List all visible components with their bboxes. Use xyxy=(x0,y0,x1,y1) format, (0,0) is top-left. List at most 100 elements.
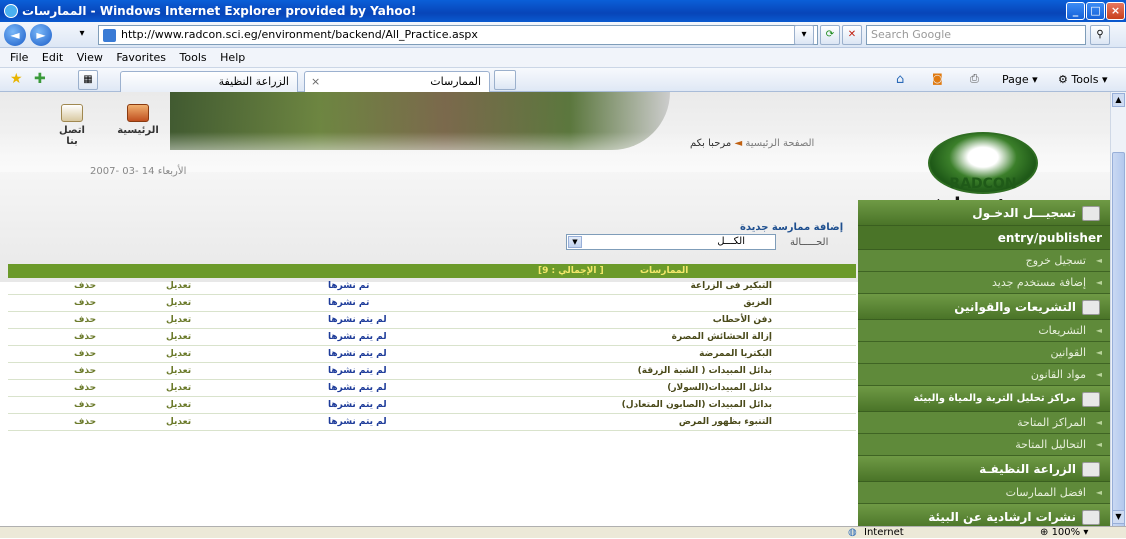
page-content: اتصل بنا الرئيسية الصفحة الرئيسية ◄ مرحب… xyxy=(0,92,1110,526)
search-input[interactable]: Search Google xyxy=(866,25,1086,45)
menu-help[interactable]: Help xyxy=(220,48,245,68)
delete-link[interactable]: حذف xyxy=(74,278,96,295)
delete-link[interactable]: حذف xyxy=(74,312,96,329)
url-text: http://www.radcon.sci.eg/environment/bac… xyxy=(121,28,478,41)
minimize-button[interactable]: _ xyxy=(1066,2,1085,20)
practices-table: [الإجمالي : 9 ] الممارسات التبكير فى الز… xyxy=(8,264,856,431)
url-dropdown-icon[interactable]: ▾ xyxy=(794,25,814,45)
url-field[interactable]: http://www.radcon.sci.eg/environment/bac… xyxy=(98,25,818,45)
practice-title: التبكير فى الزراعة xyxy=(690,281,772,291)
delete-link[interactable]: حذف xyxy=(74,363,96,380)
edit-link[interactable]: تعديل xyxy=(166,397,191,414)
sidebar-laws-head[interactable]: التشريعات والقوانين xyxy=(858,294,1110,320)
table-row: البكتريا الممرضة لم يتم نشرها تعديل حذف xyxy=(8,346,856,363)
table-row: بدائل المبيدات ( الشبة الزرقة) لم يتم نشر… xyxy=(8,363,856,380)
sidebar-bulletins-head[interactable]: نشرات ارشادية عن البيئة xyxy=(858,504,1110,526)
publish-status-link[interactable]: لم يتم نشرها xyxy=(328,329,387,346)
edit-link[interactable]: تعديل xyxy=(166,295,191,312)
feeds-icon[interactable]: ◙ xyxy=(932,72,943,85)
edit-link[interactable]: تعديل xyxy=(166,329,191,346)
menu-file[interactable]: File xyxy=(10,48,28,68)
sidebar-item-centers[interactable]: المراكز المتاحة xyxy=(858,412,1110,434)
page-icon xyxy=(103,29,116,42)
search-placeholder: Search Google xyxy=(871,28,952,41)
edit-link[interactable]: تعديل xyxy=(166,380,191,397)
vertical-scrollbar[interactable]: ▲ ▼ xyxy=(1110,92,1126,532)
add-practice-link[interactable]: إضافة ممارسة جديدة xyxy=(740,222,843,233)
publish-status-link[interactable]: لم يتم نشرها xyxy=(328,397,387,414)
header-title: الممارسات xyxy=(640,266,689,276)
chevron-down-icon[interactable]: ▼ xyxy=(568,236,582,248)
sidebar-item-best-practices[interactable]: افضل الممارسات xyxy=(858,482,1110,504)
tools-menu[interactable]: ⚙ Tools ▾ xyxy=(1058,73,1108,86)
menu-favorites[interactable]: Favorites xyxy=(116,48,166,68)
quick-tabs-icon[interactable]: ▦ xyxy=(78,70,98,90)
scroll-up-icon[interactable]: ▲ xyxy=(1112,93,1125,107)
contact-label: اتصل بنا xyxy=(59,125,85,147)
sidebar-item-add-user[interactable]: إضافة مستخدم جديد xyxy=(858,272,1110,294)
forward-button[interactable]: ► xyxy=(30,24,52,46)
edit-link[interactable]: تعديل xyxy=(166,278,191,295)
publish-status-link[interactable]: لم يتم نشرها xyxy=(328,363,387,380)
delete-link[interactable]: حذف xyxy=(74,329,96,346)
favorites-star-icon[interactable]: ★ xyxy=(10,71,23,87)
delete-link[interactable]: حذف xyxy=(74,414,96,431)
house-icon xyxy=(127,104,149,122)
publish-status-link[interactable]: تم نشرها xyxy=(328,295,369,312)
menu-edit[interactable]: Edit xyxy=(42,48,63,68)
maximize-button[interactable]: □ xyxy=(1086,2,1105,20)
tab-close-icon[interactable]: × xyxy=(311,72,320,91)
home-icon[interactable]: ⌂ xyxy=(896,72,904,87)
edit-link[interactable]: تعديل xyxy=(166,346,191,363)
print-icon[interactable]: ⎙ xyxy=(970,72,979,86)
edit-link[interactable]: تعديل xyxy=(166,363,191,380)
sidebar-item-analyses[interactable]: التحاليل المتاحة xyxy=(858,434,1110,456)
home-link[interactable]: الرئيسية xyxy=(116,104,160,136)
current-date: الأربعاء 14 -03 -2007 xyxy=(90,166,187,177)
delete-link[interactable]: حذف xyxy=(74,295,96,312)
publish-status-link[interactable]: تم نشرها xyxy=(328,278,369,295)
tab-clean-agriculture[interactable]: الزراعة النظيفة xyxy=(120,71,298,92)
add-favorites-icon[interactable]: ✚ xyxy=(34,71,46,87)
back-button[interactable]: ◄ xyxy=(4,24,26,46)
sidebar-item-law-articles[interactable]: مواد القانون xyxy=(858,364,1110,386)
breadcrumb-current: مرحبا بكم xyxy=(690,138,732,149)
breadcrumb-home[interactable]: الصفحة الرئيسية xyxy=(745,138,814,149)
edit-link[interactable]: تعديل xyxy=(166,312,191,329)
zoom-level[interactable]: ⊕ 100% ▾ xyxy=(1040,527,1088,539)
edit-link[interactable]: تعديل xyxy=(166,414,191,431)
delete-link[interactable]: حذف xyxy=(74,346,96,363)
menu-tools[interactable]: Tools xyxy=(180,48,207,68)
nav-dropdown-icon[interactable]: ▾ xyxy=(72,25,92,45)
scroll-thumb[interactable] xyxy=(1112,152,1125,532)
page-menu[interactable]: Page ▾ xyxy=(1002,73,1038,86)
refresh-icon[interactable]: ⟳ xyxy=(820,25,840,45)
search-icon[interactable]: ⚲ xyxy=(1090,25,1110,45)
publish-status-link[interactable]: لم يتم نشرها xyxy=(328,414,387,431)
contact-link[interactable]: اتصل بنا xyxy=(52,104,92,147)
menu-view[interactable]: View xyxy=(77,48,103,68)
sidebar-clean-head[interactable]: الزراعة النظيفـة xyxy=(858,456,1110,482)
table-row: بدائل المبيدات (الصابون المتعادل) لم يتم … xyxy=(8,397,856,414)
publish-status-link[interactable]: لم يتم نشرها xyxy=(328,312,387,329)
sidebar-labs-head[interactable]: مراكز تحليل التربة والمياة والبيئة xyxy=(858,386,1110,412)
sidebar-login-head[interactable]: تسجيـــل الدخـول xyxy=(858,200,1110,226)
scroll-down-icon[interactable]: ▼ xyxy=(1112,510,1125,524)
delete-link[interactable]: حذف xyxy=(74,380,96,397)
sidebar-item-logout[interactable]: تسجيل خروج xyxy=(858,250,1110,272)
practice-title: البكتريا الممرضة xyxy=(699,349,772,359)
delete-link[interactable]: حذف xyxy=(74,397,96,414)
close-button[interactable]: × xyxy=(1106,2,1125,20)
table-row: دفن الأحطاب لم يتم نشرها تعديل حذف xyxy=(8,312,856,329)
tab-practices[interactable]: × الممارسات xyxy=(304,71,490,92)
stop-icon[interactable]: ✕ xyxy=(842,25,862,45)
status-filter-select[interactable]: ▼ الكـــل xyxy=(566,234,776,250)
publish-status-link[interactable]: لم يتم نشرها xyxy=(328,346,387,363)
publish-status-link[interactable]: لم يتم نشرها xyxy=(328,380,387,397)
practice-title: العزيق xyxy=(743,298,772,308)
tab-label: الزراعة النظيفة xyxy=(218,75,289,88)
sidebar-item-laws[interactable]: القوانين xyxy=(858,342,1110,364)
table-row: التنبوء بظهور المرض لم يتم نشرها تعديل حذف xyxy=(8,414,856,431)
new-tab-button[interactable] xyxy=(494,70,516,90)
sidebar-item-legislation[interactable]: التشريعات xyxy=(858,320,1110,342)
